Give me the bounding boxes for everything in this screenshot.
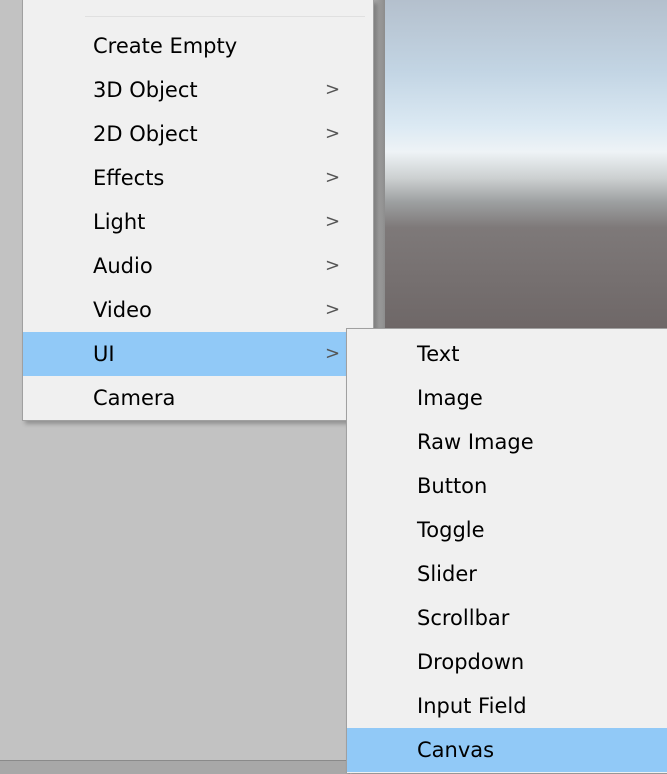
menu-item-label: Create Empty	[93, 34, 238, 58]
menu-item-label: 2D Object	[93, 122, 198, 146]
menu-item-button[interactable]: Button	[347, 464, 667, 508]
menu-item-label: Camera	[93, 386, 176, 410]
menu-item-label: Raw Image	[417, 430, 534, 454]
menu-item-label: Slider	[417, 562, 477, 586]
menu-item-label: Effects	[93, 166, 165, 190]
menu-item-dropdown[interactable]: Dropdown	[347, 640, 667, 684]
menu-item-light[interactable]: Light >	[23, 200, 373, 244]
menu-item-label: Button	[417, 474, 488, 498]
create-context-menu: Create Empty 3D Object > 2D Object > Eff…	[22, 0, 374, 421]
menu-item-effects[interactable]: Effects >	[23, 156, 373, 200]
menu-item-label: UI	[93, 342, 115, 366]
menu-item-label: Toggle	[417, 518, 485, 542]
submenu-arrow-icon: >	[325, 79, 341, 100]
submenu-arrow-icon: >	[325, 123, 341, 144]
menu-item-label: Image	[417, 386, 483, 410]
menu-item-label: Canvas	[417, 738, 495, 762]
ui-submenu: Text Image Raw Image Button Toggle Slide…	[346, 328, 667, 773]
menu-item-scrollbar[interactable]: Scrollbar	[347, 596, 667, 640]
submenu-arrow-icon: >	[325, 255, 341, 276]
menu-item-label: Scrollbar	[417, 606, 510, 630]
submenu-arrow-icon: >	[325, 299, 341, 320]
menu-item-label: Light	[93, 210, 146, 234]
menu-item-3d-object[interactable]: 3D Object >	[23, 68, 373, 112]
menu-item-label: Text	[417, 342, 460, 366]
menu-item-input-field[interactable]: Input Field	[347, 684, 667, 728]
menu-item-label: Dropdown	[417, 650, 525, 674]
menu-item-raw-image[interactable]: Raw Image	[347, 420, 667, 464]
menu-item-label: Audio	[93, 254, 153, 278]
menu-item-slider[interactable]: Slider	[347, 552, 667, 596]
menu-item-toggle[interactable]: Toggle	[347, 508, 667, 552]
hierarchy-panel-bottom-edge	[0, 760, 350, 774]
menu-item-text[interactable]: Text	[347, 332, 667, 376]
menu-item-image[interactable]: Image	[347, 376, 667, 420]
menu-item-label: Video	[93, 298, 152, 322]
menu-item-audio[interactable]: Audio >	[23, 244, 373, 288]
submenu-arrow-icon: >	[325, 211, 341, 232]
menu-item-2d-object[interactable]: 2D Object >	[23, 112, 373, 156]
panel-divider[interactable]	[373, 0, 385, 330]
submenu-arrow-icon: >	[325, 343, 341, 364]
submenu-arrow-icon: >	[325, 167, 341, 188]
menu-item-camera[interactable]: Camera	[23, 376, 373, 420]
menu-item-label: 3D Object	[93, 78, 198, 102]
menu-item-canvas[interactable]: Canvas	[347, 728, 667, 772]
scene-view[interactable]	[385, 0, 667, 330]
menu-item-video[interactable]: Video >	[23, 288, 373, 332]
menu-item-create-empty[interactable]: Create Empty	[23, 24, 373, 68]
menu-item-label: Input Field	[417, 694, 527, 718]
menu-item-ui[interactable]: UI >	[23, 332, 373, 376]
menu-separator	[85, 16, 365, 17]
